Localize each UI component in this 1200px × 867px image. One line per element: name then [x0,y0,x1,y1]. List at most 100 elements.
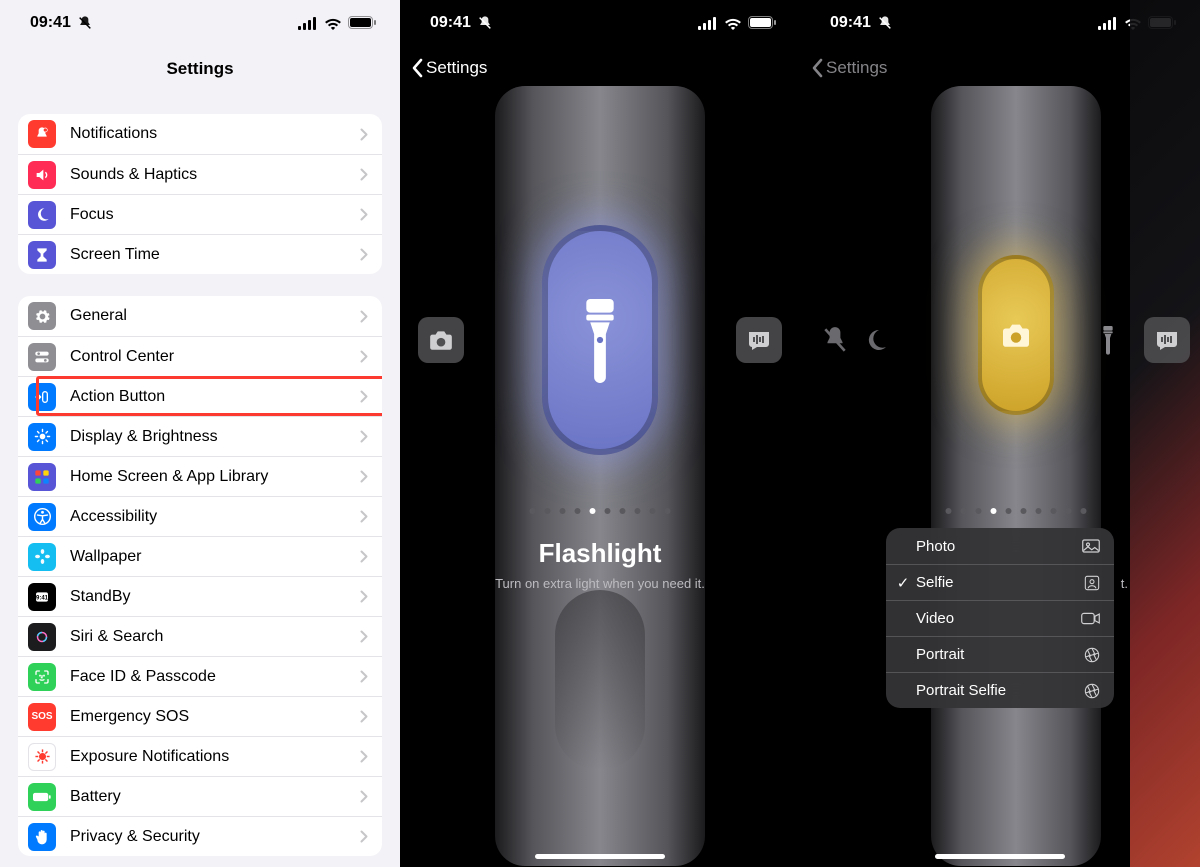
pager-dot[interactable] [1006,508,1012,514]
action-button-preview[interactable] [978,255,1054,415]
cellular-icon [698,17,718,30]
pager-dot[interactable] [946,508,952,514]
voice-memo-option-icon[interactable] [736,317,782,363]
settings-row-emergency-sos[interactable]: SOSEmergency SOS [18,696,382,736]
camera-mode-selfie[interactable]: ✓Selfie [886,564,1114,600]
settings-row-home-screen-app-library[interactable]: Home Screen & App Library [18,456,382,496]
silent-option-icon[interactable] [822,326,848,354]
person-square-icon [1084,575,1100,591]
pager-dot[interactable] [575,508,581,514]
pager-dot[interactable] [605,508,611,514]
settings-row-display-brightness[interactable]: Display & Brightness [18,416,382,456]
pager-dot[interactable] [1021,508,1027,514]
pager-dot[interactable] [650,508,656,514]
focus-option-icon[interactable] [864,328,888,352]
settings-row-general[interactable]: General [18,296,382,336]
camera-mode-portrait-selfie[interactable]: Portrait Selfie [886,672,1114,708]
settings-row-control-center[interactable]: Control Center [18,336,382,376]
pager-dot[interactable] [620,508,626,514]
reflection [555,590,645,770]
chevron-right-icon [360,510,368,523]
row-label: General [70,307,360,325]
settings-group-1: Notifications Sounds & Haptics Focus Screen… [18,114,382,274]
page-indicator[interactable] [530,508,671,514]
clock-icon: 9:41 [28,583,56,611]
settings-row-exposure-notifications[interactable]: Exposure Notifications [18,736,382,776]
row-label: Face ID & Passcode [70,668,360,686]
back-button[interactable]: Settings [800,46,1200,90]
row-label: Action Button [70,388,360,406]
chevron-right-icon [360,248,368,261]
gear-icon [28,302,56,330]
faceid-icon [28,663,56,691]
back-label: Settings [826,58,887,78]
page-indicator[interactable] [946,508,1087,514]
back-button[interactable]: Settings [400,46,800,90]
pager-dot[interactable] [1066,508,1072,514]
chevron-left-icon [810,58,824,78]
row-label: Screen Time [70,246,360,264]
pager-dot[interactable] [545,508,551,514]
checkmark-icon: ✓ [894,574,912,592]
pager-dot[interactable] [560,508,566,514]
home-indicator[interactable] [935,854,1065,859]
chevron-right-icon [360,550,368,563]
row-label: Privacy & Security [70,828,360,846]
status-time: 09:41 [30,14,71,32]
menu-item-label: Video [912,610,1081,627]
action-button-preview[interactable] [542,225,658,455]
pager-dot[interactable] [590,508,596,514]
video-icon [1081,612,1100,625]
apps-grid-icon [28,463,56,491]
settings-row-notifications[interactable]: Notifications [18,114,382,154]
pager-dot[interactable] [1036,508,1042,514]
row-label: Control Center [70,348,360,366]
settings-row-battery[interactable]: Battery [18,776,382,816]
camera-mode-video[interactable]: Video [886,600,1114,636]
phone-frame-bg [931,86,1101,866]
settings-row-screen-time[interactable]: Screen Time [18,234,382,274]
flower-icon [28,543,56,571]
chevron-right-icon [360,710,368,723]
status-bar: 09:41 [0,0,400,46]
camera-mode-photo[interactable]: Photo [886,528,1114,564]
settings-row-privacy-security[interactable]: Privacy & Security [18,816,382,856]
pager-dot[interactable] [976,508,982,514]
pager-dot[interactable] [665,508,671,514]
home-indicator[interactable] [535,854,665,859]
pager-dot[interactable] [1051,508,1057,514]
wallpaper-peek [1130,0,1200,867]
battery-icon [748,16,776,30]
pager-dot[interactable] [635,508,641,514]
settings-row-face-id-passcode[interactable]: Face ID & Passcode [18,656,382,696]
svg-text:9:41: 9:41 [36,595,49,601]
settings-row-action-button[interactable]: Action Button [18,376,382,416]
settings-row-siri-search[interactable]: Siri & Search [18,616,382,656]
settings-row-standby[interactable]: 9:41 StandBy [18,576,382,616]
aperture-icon [1084,683,1100,699]
pager-dot[interactable] [991,508,997,514]
row-label: Sounds & Haptics [70,166,360,184]
pager-dot[interactable] [530,508,536,514]
flashlight-option-icon[interactable] [1100,324,1116,356]
settings-row-accessibility[interactable]: Accessibility [18,496,382,536]
camera-mode-portrait[interactable]: Portrait [886,636,1114,672]
pager-dot[interactable] [1081,508,1087,514]
settings-row-focus[interactable]: Focus [18,194,382,234]
wifi-icon [724,17,742,30]
photo-landscape-icon [1082,539,1100,553]
status-time: 09:41 [430,14,471,32]
camera-icon [1000,322,1032,348]
voice-memo-option-icon[interactable] [1144,317,1190,363]
chevron-right-icon [360,790,368,803]
settings-row-wallpaper[interactable]: Wallpaper [18,536,382,576]
hourglass-icon [28,241,56,269]
menu-item-label: Portrait [912,646,1084,663]
row-label: Notifications [70,125,360,143]
settings-row-sounds-haptics[interactable]: Sounds & Haptics [18,154,382,194]
row-label: StandBy [70,588,360,606]
sos-icon: SOS [28,703,56,731]
pager-dot[interactable] [961,508,967,514]
status-time: 09:41 [830,14,871,32]
camera-option-icon[interactable] [418,317,464,363]
